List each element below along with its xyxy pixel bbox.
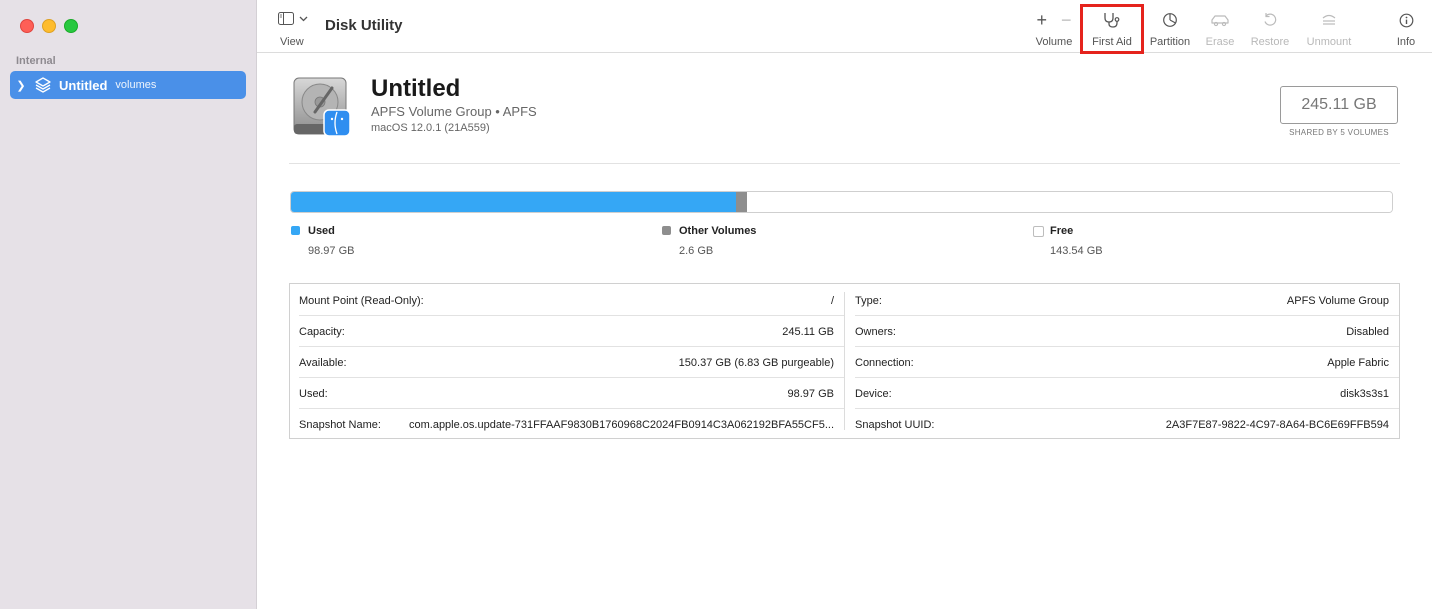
info-value: 2A3F7E87-9822-4C97-8A64-BC6E69FFB594 <box>1165 418 1389 431</box>
info-row: Used: 98.97 GB <box>299 378 844 409</box>
info-key: Capacity: <box>299 325 345 338</box>
sidebar-item-sublabel: volumes <box>115 79 157 91</box>
volume-label: Volume <box>1035 36 1073 48</box>
info-key: Mount Point (Read-Only): <box>299 294 424 307</box>
disk-os-version: macOS 12.0.1 (21A559) <box>371 122 490 134</box>
other-volumes-value: 2.6 GB <box>679 245 714 257</box>
info-row: Snapshot UUID: 2A3F7E87-9822-4C97-8A64-B… <box>855 409 1389 440</box>
used-segment <box>291 192 736 212</box>
unmount-label: Unmount <box>1306 36 1352 48</box>
chevron-down-icon <box>299 16 308 21</box>
info-key: Device: <box>855 387 892 400</box>
info-key: Snapshot UUID: <box>855 418 935 431</box>
unmount-button[interactable]: Unmount <box>1303 10 1355 48</box>
volume-button[interactable]: + − Volume <box>1031 9 1077 49</box>
used-label: Used <box>308 225 335 237</box>
first-aid-highlight-box <box>1080 4 1144 54</box>
restore-label: Restore <box>1250 36 1290 48</box>
plus-icon[interactable]: + <box>1036 10 1047 31</box>
info-key: Snapshot Name: <box>299 418 381 431</box>
minimize-window-button[interactable] <box>42 19 56 33</box>
disclosure-chevron-icon[interactable]: ❯ <box>12 79 30 92</box>
view-label: View <box>280 36 304 48</box>
info-value: APFS Volume Group <box>1286 294 1389 307</box>
info-key: Connection: <box>855 356 914 369</box>
info-row: Connection: Apple Fabric <box>855 347 1399 378</box>
sidebar-item-untitled[interactable]: ❯ Untitled volumes <box>10 71 246 99</box>
info-value: Disabled <box>1346 325 1389 338</box>
free-swatch <box>1033 226 1044 237</box>
toolbar: View Disk Utility + − Volume First Aid P… <box>257 0 1432 54</box>
sidebar-section-internal: Internal <box>16 55 56 67</box>
disk-name: Untitled <box>371 75 461 102</box>
other-volumes-segment <box>735 192 748 212</box>
info-value: disk3s3s1 <box>1340 387 1389 400</box>
info-icon <box>1399 13 1413 27</box>
used-swatch <box>291 226 300 235</box>
info-row: Mount Point (Read-Only): / <box>299 285 844 316</box>
view-button[interactable]: View <box>278 12 318 48</box>
info-label: Info <box>1396 36 1416 48</box>
info-column-divider <box>844 292 845 430</box>
disk-type: APFS Volume Group • APFS <box>371 104 537 119</box>
info-row: Owners: Disabled <box>855 316 1399 347</box>
car-eraser-icon <box>1211 15 1229 27</box>
partition-button[interactable]: Partition <box>1146 10 1194 48</box>
hard-drive-icon <box>293 77 351 137</box>
info-right-column: Type: APFS Volume Group Owners: Disabled… <box>846 284 1399 438</box>
info-value: com.apple.os.update-731FFAAF9830B1760968… <box>408 418 834 431</box>
info-value: 150.37 GB (6.83 GB purgeable) <box>678 356 834 369</box>
info-value: Apple Fabric <box>1327 356 1389 369</box>
info-left-column: Mount Point (Read-Only): / Capacity: 245… <box>290 284 844 438</box>
erase-button[interactable]: Erase <box>1203 10 1237 48</box>
restore-icon <box>1264 13 1277 26</box>
disk-size-note: SHARED BY 5 VOLUMES <box>1289 128 1389 137</box>
layers-icon <box>35 77 51 93</box>
info-key: Used: <box>299 387 328 400</box>
used-value: 98.97 GB <box>308 245 355 257</box>
info-row: Device: disk3s3s1 <box>855 378 1399 409</box>
minus-icon: − <box>1061 9 1072 30</box>
close-window-button[interactable] <box>20 19 34 33</box>
restore-button[interactable]: Restore <box>1247 10 1293 48</box>
info-table: Mount Point (Read-Only): / Capacity: 245… <box>289 283 1400 439</box>
sidebar: Internal ❯ Untitled volumes <box>0 0 257 609</box>
erase-label: Erase <box>1205 36 1235 48</box>
free-value: 143.54 GB <box>1050 245 1103 257</box>
info-key: Available: <box>299 356 347 369</box>
info-row: Available: 150.37 GB (6.83 GB purgeable) <box>299 347 844 378</box>
sidebar-item-label: Untitled <box>59 77 108 93</box>
info-button[interactable]: Info <box>1393 10 1419 48</box>
free-segment <box>747 192 1392 212</box>
disk-size-box: 245.11 GB <box>1280 86 1398 124</box>
info-value: 98.97 GB <box>787 387 834 400</box>
info-key: Owners: <box>855 325 896 338</box>
header-divider <box>289 163 1400 164</box>
info-row: Snapshot Name: com.apple.os.update-731FF… <box>299 409 834 440</box>
sidebar-toggle-icon <box>278 12 294 25</box>
window-title: Disk Utility <box>325 17 403 34</box>
pie-icon <box>1163 13 1177 27</box>
eject-icon <box>1322 14 1336 25</box>
usage-bar <box>290 191 1393 213</box>
other-volumes-label: Other Volumes <box>679 225 757 237</box>
info-value: / <box>830 294 834 307</box>
free-label: Free <box>1050 225 1074 237</box>
window-controls <box>20 19 78 33</box>
partition-label: Partition <box>1149 36 1191 48</box>
info-key: Type: <box>855 294 882 307</box>
info-row: Capacity: 245.11 GB <box>299 316 844 347</box>
other-volumes-swatch <box>662 226 671 235</box>
info-row: Type: APFS Volume Group <box>855 285 1399 316</box>
info-value: 245.11 GB <box>782 325 834 338</box>
zoom-window-button[interactable] <box>64 19 78 33</box>
